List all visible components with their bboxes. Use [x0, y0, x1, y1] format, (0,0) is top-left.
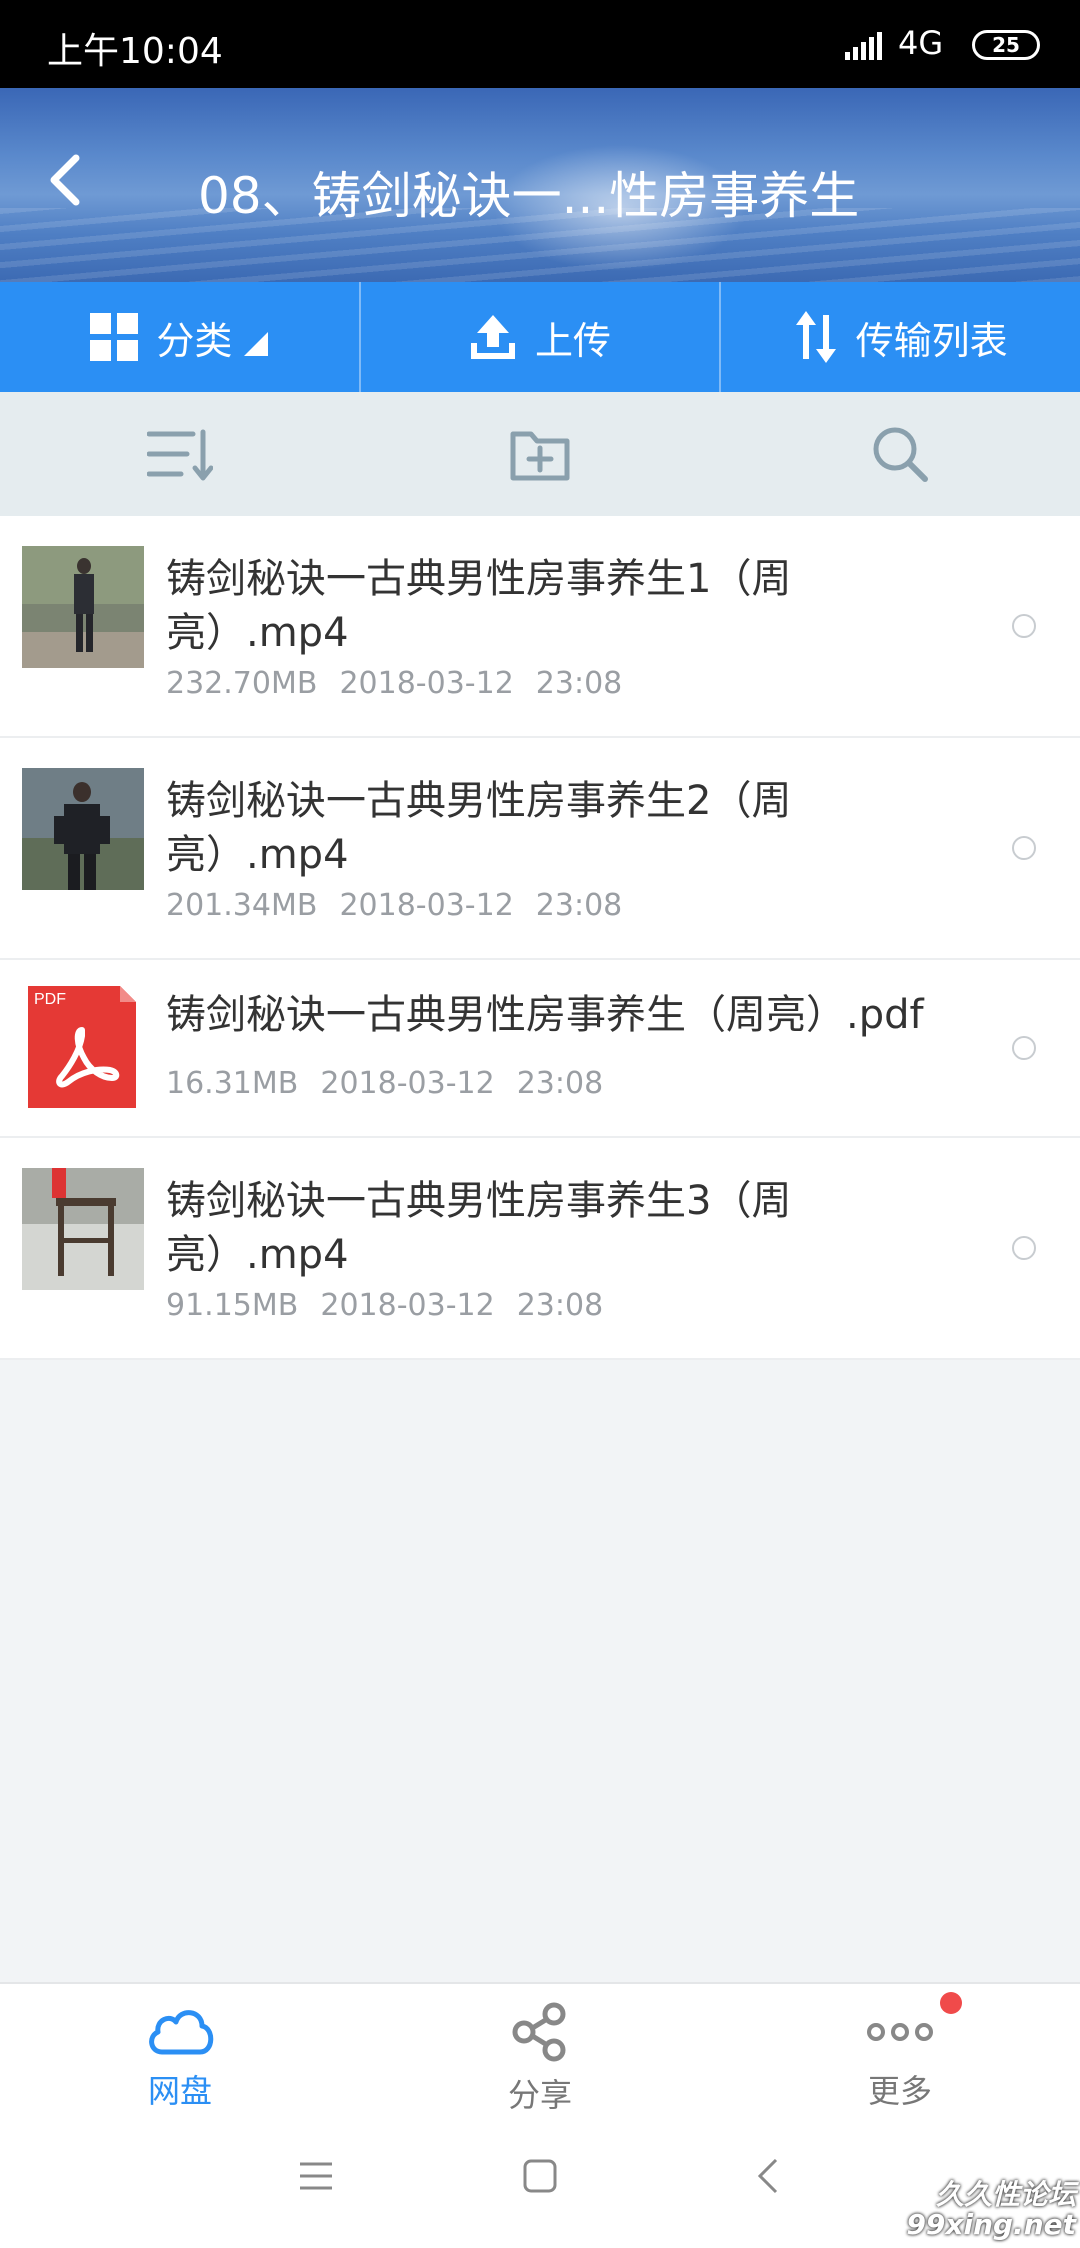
tab-label: 分享 [507, 2076, 572, 2114]
upload-label: 上传 [535, 318, 612, 363]
file-name: 铸剑秘诀一古典男性房事养生（周亮）.pdf [166, 992, 924, 1038]
file-name: 铸剑秘诀一古典男性房事养生1（周亮）.mp4 [166, 556, 792, 656]
new-folder-button[interactable] [360, 392, 720, 516]
pdf-file-icon: PDF [22, 986, 144, 1108]
select-radio[interactable] [1012, 836, 1036, 860]
file-date: 2018-03-12 [320, 1288, 495, 1323]
menu-icon[interactable] [298, 2158, 334, 2194]
cloud-icon [149, 2010, 214, 2055]
search-button[interactable] [720, 392, 1080, 516]
transfer-list-label: 传输列表 [855, 318, 1008, 363]
select-radio[interactable] [1012, 614, 1036, 638]
file-time: 23:08 [535, 888, 623, 923]
dropdown-triangle-icon [244, 332, 269, 356]
file-meta: 201.34MB 2018-03-12 23:08 [166, 888, 644, 923]
file-size: 201.34MB [166, 888, 318, 923]
page-title: 08、铸剑秘诀一...性房事养生 [198, 167, 860, 225]
video-thumbnail [22, 768, 144, 890]
signal-icon [845, 32, 882, 60]
tab-netdisk[interactable]: 网盘 [0, 1984, 360, 2118]
file-size: 232.70MB [166, 666, 318, 701]
status-bar: 上午10:04 4G 25 [0, 0, 1080, 88]
system-nav-bar: 久久性论坛 99xing.net [0, 2118, 1080, 2248]
file-date: 2018-03-12 [339, 888, 514, 923]
category-label: 分类 [156, 318, 233, 363]
file-size: 91.15MB [166, 1288, 299, 1323]
file-date: 2018-03-12 [339, 666, 514, 701]
more-icon [867, 2023, 933, 2041]
watermark-line2: 99xing.net [906, 2208, 1076, 2241]
select-radio[interactable] [1012, 1036, 1036, 1060]
sort-icon [147, 429, 213, 481]
video-thumbnail [22, 1168, 144, 1290]
file-time: 23:08 [535, 666, 623, 701]
file-meta: 16.31MB 2018-03-12 23:08 [166, 1066, 625, 1101]
file-size: 16.31MB [166, 1066, 299, 1101]
watermark-line1: 久久性论坛 [935, 2178, 1076, 2211]
file-meta: 91.15MB 2018-03-12 23:08 [166, 1288, 625, 1323]
file-row[interactable]: 铸剑秘诀一古典男性房事养生2（周亮）.mp4 201.34MB 2018-03-1… [0, 738, 1080, 960]
file-name: 铸剑秘诀一古典男性房事养生3（周亮）.mp4 [166, 1178, 792, 1278]
sort-button[interactable] [0, 392, 360, 516]
category-button[interactable]: 分类 [0, 282, 361, 392]
share-icon [512, 2002, 566, 2062]
tab-label: 网盘 [147, 2072, 212, 2110]
main-toolbar: 分类 上传 传输列表 [0, 282, 1080, 392]
network-type: 4G [898, 24, 944, 62]
notification-dot [940, 1992, 962, 2014]
battery-indicator: 25 [972, 30, 1040, 60]
file-time: 23:08 [516, 1288, 604, 1323]
file-list: 铸剑秘诀一古典男性房事养生1（周亮）.mp4 232.70MB 2018-03-1… [0, 516, 1080, 1360]
file-time: 23:08 [516, 1066, 604, 1101]
back-arrow-icon[interactable] [40, 150, 100, 210]
back-icon[interactable] [754, 2158, 782, 2194]
tab-more[interactable]: 更多 [720, 1984, 1080, 2118]
upload-button[interactable]: 上传 [361, 282, 722, 392]
tab-label: 更多 [867, 2072, 932, 2110]
tab-share[interactable]: 分享 [360, 1984, 720, 2118]
upload-icon [469, 313, 517, 361]
new-folder-icon [510, 431, 570, 481]
select-radio[interactable] [1012, 1236, 1036, 1260]
file-name: 铸剑秘诀一古典男性房事养生2（周亮）.mp4 [166, 778, 792, 878]
file-row[interactable]: 铸剑秘诀一古典男性房事养生1（周亮）.mp4 232.70MB 2018-03-1… [0, 516, 1080, 738]
file-row[interactable]: 铸剑秘诀一古典男性房事养生3（周亮）.mp4 91.15MB 2018-03-12… [0, 1138, 1080, 1360]
file-date: 2018-03-12 [320, 1066, 495, 1101]
status-time: 上午10:04 [47, 31, 223, 72]
header-banner: 08、铸剑秘诀一...性房事养生 [0, 88, 1080, 282]
video-thumbnail [22, 546, 144, 668]
grid-icon [90, 313, 139, 361]
transfer-list-button[interactable]: 传输列表 [721, 282, 1080, 392]
search-icon [873, 427, 928, 482]
file-row[interactable]: PDF 铸剑秘诀一古典男性房事养生（周亮）.pdf 16.31MB 2018-03… [0, 960, 1080, 1138]
bottom-tab-bar: 网盘 分享 更多 [0, 1982, 1080, 2118]
transfer-arrows-icon [794, 311, 838, 363]
pdf-badge: PDF [34, 991, 66, 1008]
action-bar [0, 392, 1080, 516]
file-meta: 232.70MB 2018-03-12 23:08 [166, 666, 644, 701]
home-icon[interactable] [522, 2158, 558, 2194]
watermark: 久久性论坛 99xing.net [906, 2180, 1076, 2240]
